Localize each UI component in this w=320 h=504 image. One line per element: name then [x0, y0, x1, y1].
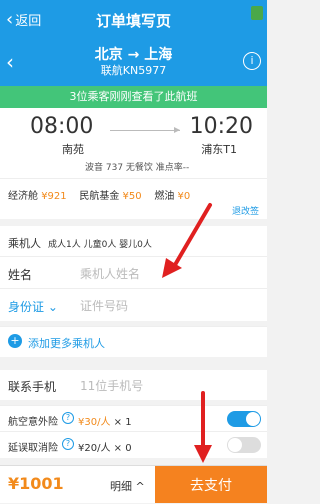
fare-breakdown: 经济舱 ¥921 民航基金 ¥50 燃油 ¥0 退改签	[0, 178, 267, 219]
info-icon[interactable]: i	[243, 52, 261, 70]
plus-icon: +	[8, 334, 22, 348]
flight-route: 北京 → 上海	[94, 47, 173, 63]
insurance-label: 航空意外险	[8, 417, 58, 428]
passenger-counts: 成人1人 儿童0人 婴儿0人	[48, 240, 152, 250]
help-icon[interactable]: ?	[62, 412, 74, 424]
insurance-qty: × 0	[113, 443, 132, 454]
insurance-price: ¥20/人	[78, 443, 111, 454]
chevron-up-icon: ^	[135, 480, 145, 493]
phone-input[interactable]	[78, 375, 252, 397]
add-passenger-button[interactable]: + 添加更多乘机人	[0, 326, 267, 357]
fund-label: 民航基金	[79, 191, 120, 202]
id-type-label: 身份证	[8, 300, 45, 314]
contact-row: 联系手机	[0, 370, 267, 400]
flight-times-card: 08:00 10:20 南苑 浦东T1 波音 737 无餐饮 准点率--	[0, 108, 267, 178]
refund-change-rules-link[interactable]: 退改签	[232, 204, 259, 217]
departure-airport: 南苑	[62, 143, 84, 156]
id-type-select[interactable]: 身份证 ⌄	[8, 298, 58, 315]
help-icon[interactable]: ?	[62, 438, 74, 450]
passenger-section-label: 乘机人	[8, 237, 41, 250]
insurance-row-accident: 航空意外险 ? ¥30/人 × 1	[0, 405, 267, 432]
id-number-input[interactable]	[78, 295, 252, 317]
name-input[interactable]	[78, 263, 252, 285]
insurance-qty: × 1	[113, 417, 132, 428]
arrival-time: 10:20	[189, 114, 253, 139]
viewers-notice: 3位乘客刚刚查看了此航班	[0, 86, 267, 108]
pay-button[interactable]: 去支付	[155, 466, 267, 503]
add-passenger-label: 添加更多乘机人	[28, 337, 105, 350]
insurance-label: 延误取消险	[8, 443, 58, 454]
accident-insurance-toggle[interactable]	[227, 411, 261, 427]
total-price: ¥1001	[8, 474, 64, 493]
name-label: 姓名	[8, 268, 33, 282]
id-row: 身份证 ⌄	[0, 288, 267, 321]
page-title: 订单填写页	[95, 12, 171, 30]
cabin-label: 经济舱	[8, 191, 38, 202]
fund-price: ¥50	[122, 191, 142, 202]
departure-time: 08:00	[30, 114, 94, 139]
delay-insurance-toggle[interactable]	[227, 437, 261, 453]
price-detail-label: 明细	[110, 480, 132, 493]
cabin-price: ¥921	[41, 191, 67, 202]
arrow-right-icon	[110, 127, 180, 133]
flight-meta: 波音 737 无餐饮 准点率--	[85, 163, 190, 173]
contact-label: 联系手机	[8, 380, 57, 394]
flight-number: 联航KN5977	[100, 64, 167, 77]
insurance-row-delay: 延误取消险 ? ¥20/人 × 0	[0, 431, 267, 458]
passenger-header: 乘机人 成人1人 儿童0人 婴儿0人	[0, 226, 267, 256]
bottom-payment-bar: ¥1001 明细 ^ 去支付	[0, 465, 267, 503]
price-detail-toggle[interactable]: 明细 ^	[110, 478, 145, 494]
fuel-price: ¥0	[177, 191, 191, 202]
top-navigation-bar: ‹ 返回 订单填写页	[0, 0, 267, 40]
chevron-down-icon: ⌄	[47, 300, 58, 314]
status-indicator-icon	[251, 6, 263, 20]
fuel-label: 燃油	[154, 191, 175, 202]
arrival-airport: 浦东T1	[201, 143, 237, 156]
insurance-price: ¥30/人	[78, 417, 111, 428]
name-row: 姓名	[0, 256, 267, 289]
flight-summary-bar: ‹ 北京 → 上海 联航KN5977 i	[0, 40, 267, 86]
